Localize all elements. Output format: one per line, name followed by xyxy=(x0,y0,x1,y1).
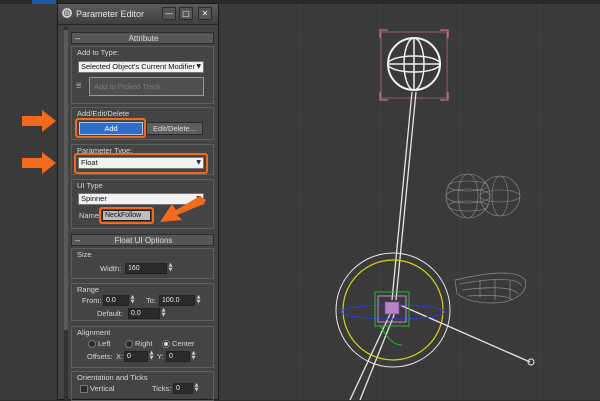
float-ui-rollout-header[interactable]: – Float UI Options xyxy=(71,234,214,246)
window-title: Parameter Editor xyxy=(76,9,145,19)
scroll-thumb[interactable] xyxy=(64,30,68,330)
ui-type-label: UI Type xyxy=(77,181,103,190)
app-icon: ◎ xyxy=(62,8,72,18)
pick-track-icon[interactable]: ⩸ xyxy=(76,81,81,91)
to-field[interactable]: 100.0 xyxy=(159,295,195,306)
name-label: Name: xyxy=(79,211,102,220)
name-highlight xyxy=(99,207,154,224)
scrollbar[interactable] xyxy=(64,26,68,400)
add-edit-delete-label: Add/Edit/Delete xyxy=(77,109,130,118)
add-to-type-dropdown[interactable]: Selected Object's Current Modifier ▼ xyxy=(78,61,204,73)
neck-lines xyxy=(349,91,531,400)
size-label: Size xyxy=(77,250,92,259)
x-offset-field[interactable]: 0 xyxy=(124,351,148,362)
close-button[interactable]: ✕ xyxy=(198,7,212,20)
spinner-arrows-icon[interactable]: ▲ ▼ xyxy=(191,351,196,362)
default-field[interactable]: 0.0 xyxy=(128,308,160,319)
to-label: To: xyxy=(146,296,157,305)
range-label: Range xyxy=(77,285,100,294)
ticks-label: Ticks: xyxy=(152,384,172,393)
add-to-type-label: Add to Type: xyxy=(77,48,119,57)
spinner-arrows-icon[interactable]: ▲ ▼ xyxy=(196,295,201,306)
alignment-label: Alignment xyxy=(77,328,111,337)
ticks-field[interactable]: 0 xyxy=(173,383,193,394)
attribute-rollout-title: Attribute xyxy=(128,34,159,43)
width-label: Width: xyxy=(100,264,122,273)
title-bar[interactable]: ◎ Parameter Editor — □ ✕ xyxy=(58,4,218,25)
orientation-label: Orientation and Ticks xyxy=(77,373,148,382)
maximize-button[interactable]: □ xyxy=(179,7,193,20)
dropdown-arrow-icon: ▼ xyxy=(196,63,201,70)
align-center-radio[interactable] xyxy=(162,340,170,348)
annotation-arrow-icon xyxy=(22,152,56,174)
from-field[interactable]: 0.0 xyxy=(103,295,129,306)
y-offset-field[interactable]: 0 xyxy=(166,351,190,362)
align-left-radio[interactable] xyxy=(88,340,96,348)
annotation-arrow-icon xyxy=(160,196,206,222)
jaw-wireframe xyxy=(454,272,526,304)
parameter-type-highlight xyxy=(74,153,208,174)
from-label: From: xyxy=(82,296,102,305)
spinner-arrows-icon[interactable]: ▲ ▼ xyxy=(130,295,135,306)
default-label: Default: xyxy=(97,309,123,318)
spinner-arrows-icon[interactable]: ▲ ▼ xyxy=(194,383,199,394)
y-label: Y: xyxy=(157,352,164,361)
offsets-label: Offsets: xyxy=(87,352,113,361)
align-right-label: Right xyxy=(135,339,153,348)
vertical-label: Vertical xyxy=(90,384,115,393)
x-label: X: xyxy=(116,352,124,361)
spinner-arrows-icon[interactable]: ▲ ▼ xyxy=(168,263,173,274)
align-left-label: Left xyxy=(98,339,111,348)
eye-wireframes xyxy=(445,173,521,219)
attribute-rollout-header[interactable]: – Attribute xyxy=(71,32,214,44)
align-right-radio[interactable] xyxy=(125,340,133,348)
spinner-arrows-icon[interactable]: ▲ ▼ xyxy=(149,351,154,362)
float-ui-rollout-title: Float UI Options xyxy=(114,236,173,245)
minimize-button[interactable]: — xyxy=(162,7,176,20)
spinner-arrows-icon[interactable]: ▲ ▼ xyxy=(161,308,166,319)
add-to-picked-track-button[interactable]: Add to Picked Track xyxy=(89,77,204,96)
align-center-label: Center xyxy=(172,339,195,348)
vertical-checkbox[interactable] xyxy=(80,385,88,393)
add-highlight xyxy=(75,118,146,138)
edit-delete-button[interactable]: Edit/Delete... xyxy=(146,122,203,135)
annotation-arrow-icon xyxy=(22,110,56,132)
neck-gizmo[interactable] xyxy=(335,252,451,368)
head-control[interactable] xyxy=(379,29,449,101)
width-field[interactable]: 160 xyxy=(125,263,167,274)
